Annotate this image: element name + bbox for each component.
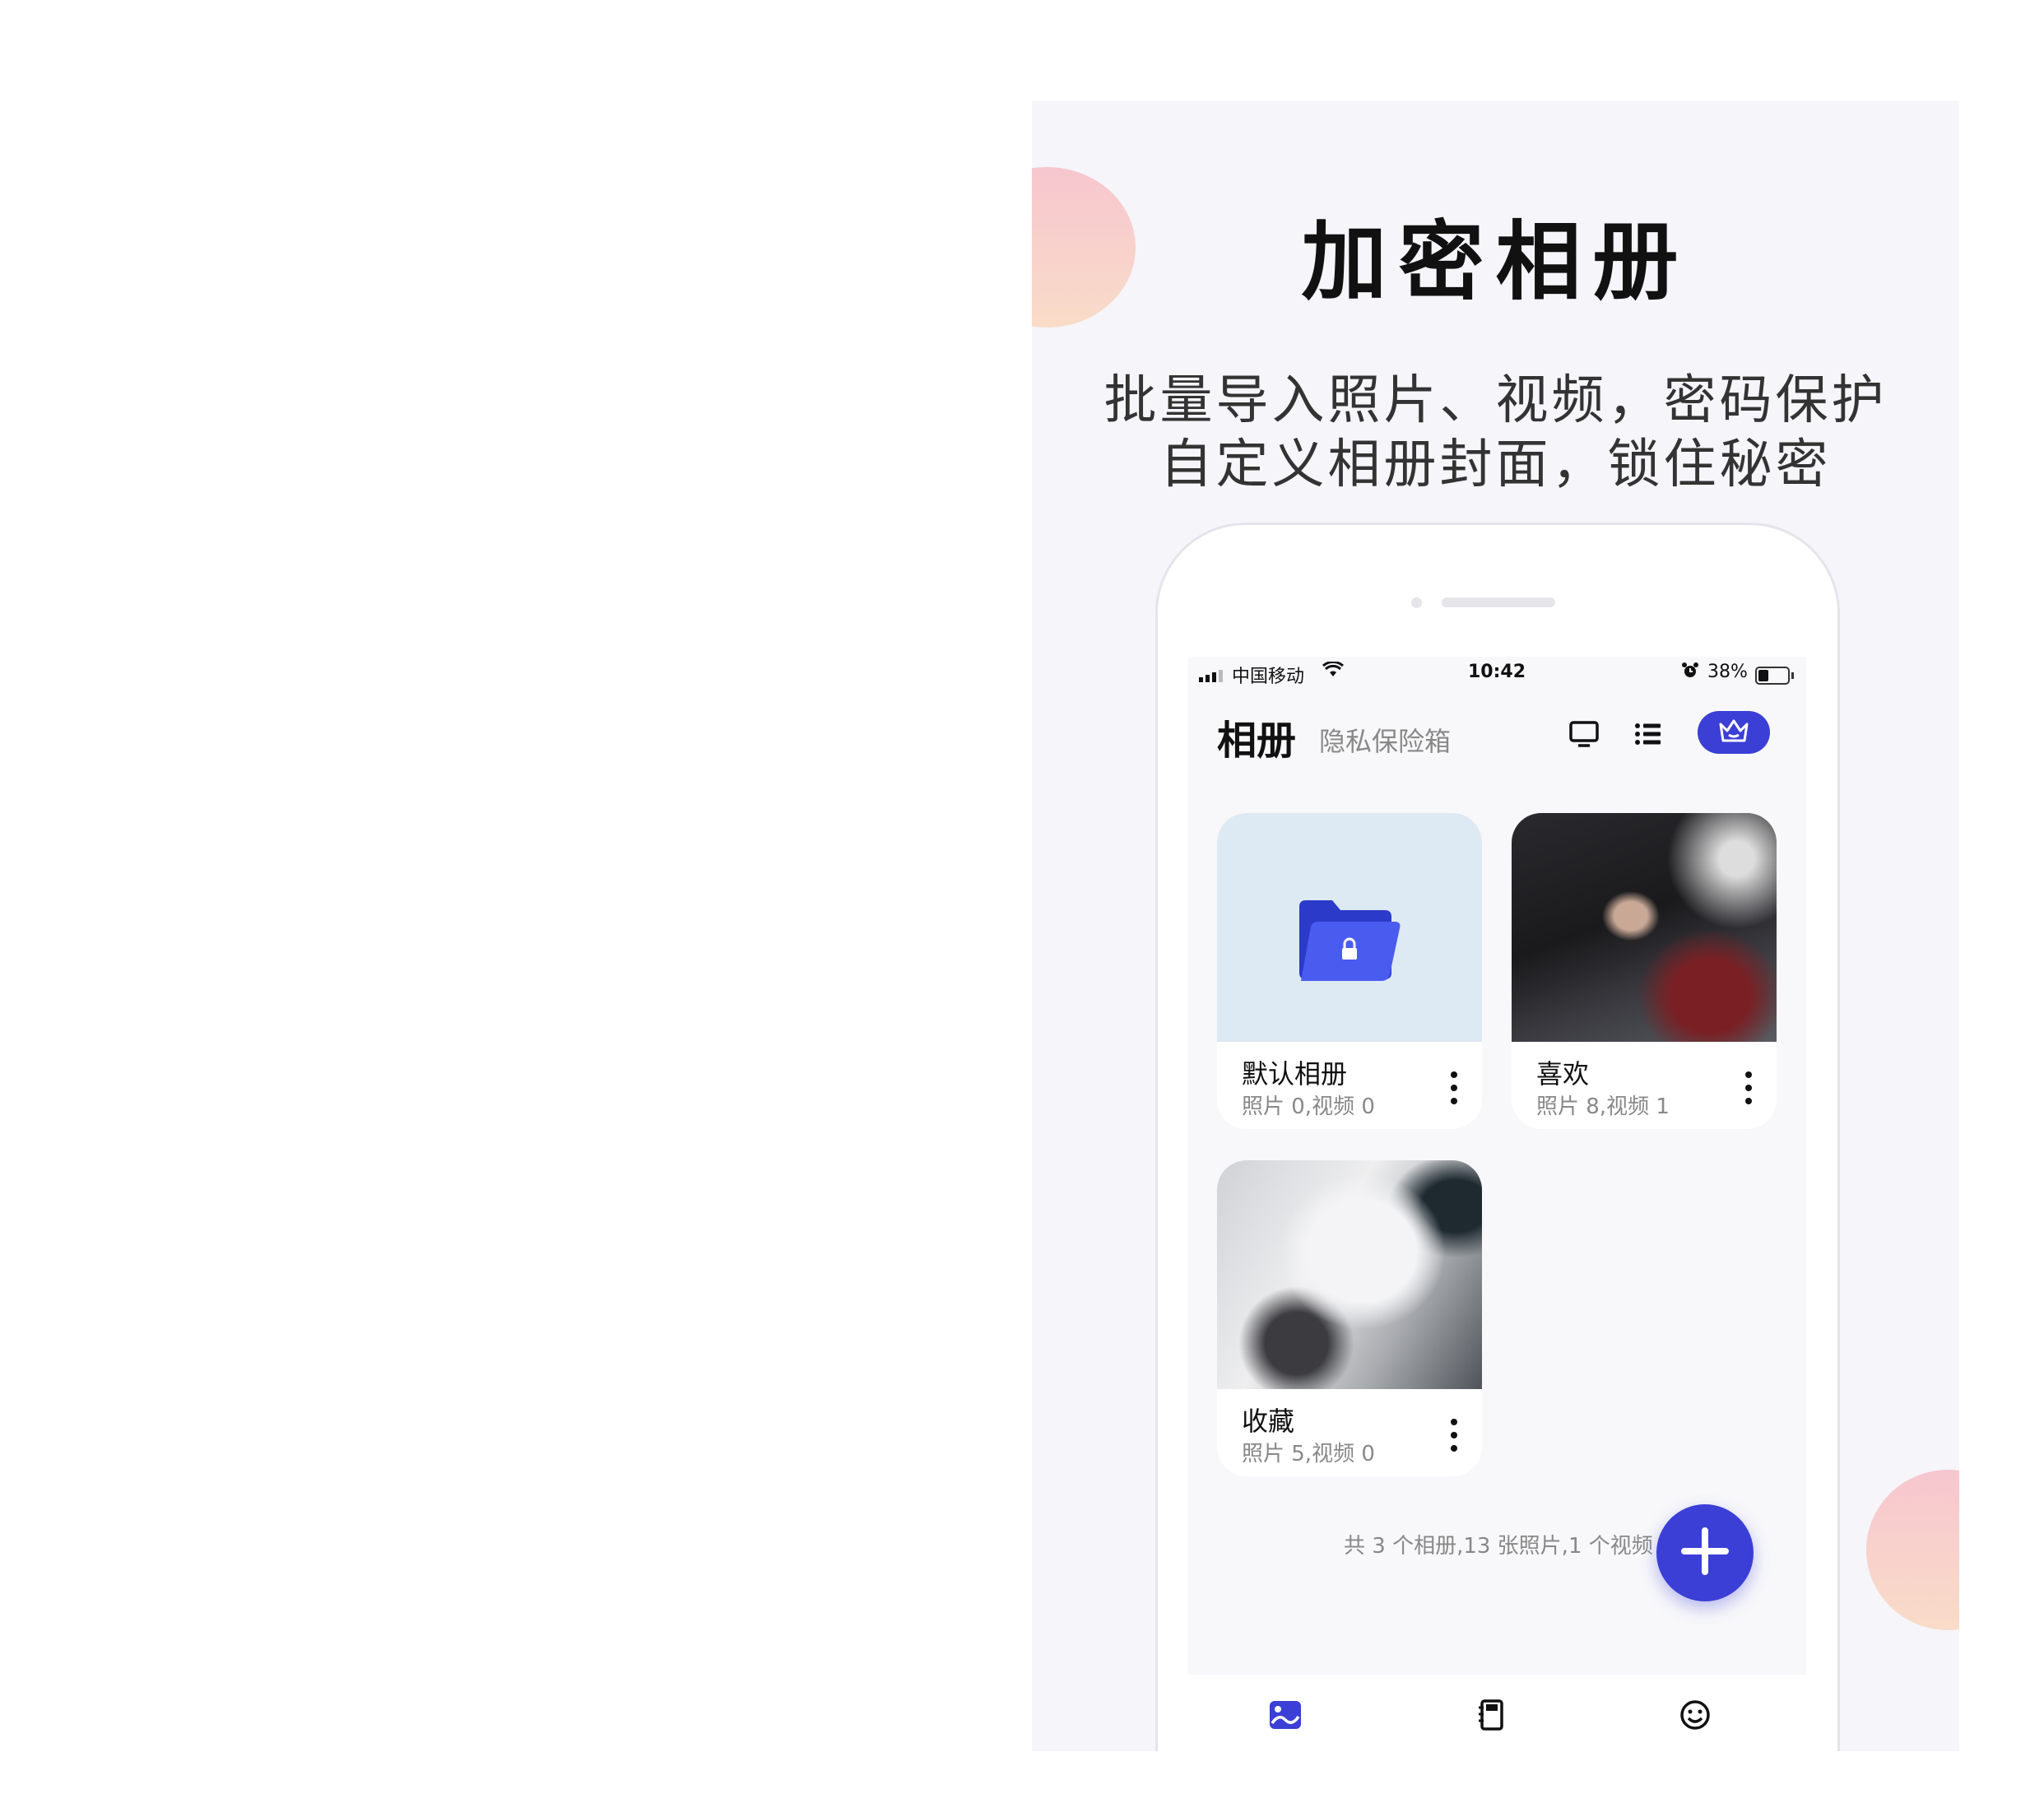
crown-icon (1717, 718, 1750, 747)
promo-panel: 加密相册 批量导入照片、视频，密码保护 自定义相册封面，锁住秘密 中国移动 10… (1032, 101, 1959, 1751)
folder-lock-icon (1296, 899, 1403, 988)
page-title: 相册 (1217, 718, 1297, 764)
album-meta: 照片 5,视频 0 (1242, 1442, 1375, 1466)
album-name: 收藏 (1242, 1406, 1295, 1437)
album-icon[interactable] (1267, 1697, 1303, 1733)
phone-frame: 中国移动 10:42 38% 相册 隐私保险箱 默认相册 照片 0,视频 0 喜… (1155, 523, 1840, 1751)
album-card-favorites[interactable]: 喜欢 照片 8,视频 1 (1512, 813, 1777, 1129)
alarm-icon (1681, 662, 1699, 685)
album-cover-photo (1217, 1160, 1482, 1389)
list-icon[interactable] (1632, 718, 1665, 750)
phone-speaker (1442, 597, 1555, 607)
notebook-icon[interactable] (1473, 1697, 1509, 1733)
battery-percent: 38% (1707, 662, 1748, 682)
album-name: 默认相册 (1242, 1058, 1348, 1090)
phone-camera (1411, 597, 1422, 608)
album-meta: 照片 8,视频 1 (1536, 1094, 1670, 1119)
more-icon[interactable] (1744, 1071, 1754, 1104)
album-meta: 照片 0,视频 0 (1242, 1094, 1375, 1119)
album-summary: 共 3 个相册,13 张照片,1 个视频 (1344, 1534, 1653, 1559)
battery-icon (1755, 667, 1794, 685)
smiley-icon[interactable] (1677, 1697, 1713, 1733)
promo-headline: 加密相册 (1301, 211, 1690, 312)
decorative-blob-bottom-right (1866, 1470, 1959, 1630)
add-album-button[interactable] (1656, 1504, 1754, 1601)
page-subtitle: 隐私保险箱 (1319, 726, 1452, 757)
album-card-collection[interactable]: 收藏 照片 5,视频 0 (1217, 1160, 1482, 1476)
more-icon[interactable] (1449, 1071, 1459, 1104)
album-cover-photo (1512, 813, 1777, 1042)
album-card-default[interactable]: 默认相册 照片 0,视频 0 (1217, 813, 1482, 1129)
status-bar: 中国移动 10:42 38% (1187, 657, 1806, 690)
album-name: 喜欢 (1536, 1058, 1590, 1090)
vip-button[interactable] (1698, 711, 1770, 754)
album-cover (1217, 813, 1482, 1042)
app-screen: 中国移动 10:42 38% 相册 隐私保险箱 默认相册 照片 0,视频 0 喜… (1187, 657, 1806, 1675)
more-icon[interactable] (1449, 1419, 1459, 1452)
promo-subline-2: 自定义相册封面，锁住秘密 (1159, 434, 1832, 495)
plus-icon (1679, 1526, 1730, 1580)
tv-icon[interactable] (1568, 718, 1600, 750)
